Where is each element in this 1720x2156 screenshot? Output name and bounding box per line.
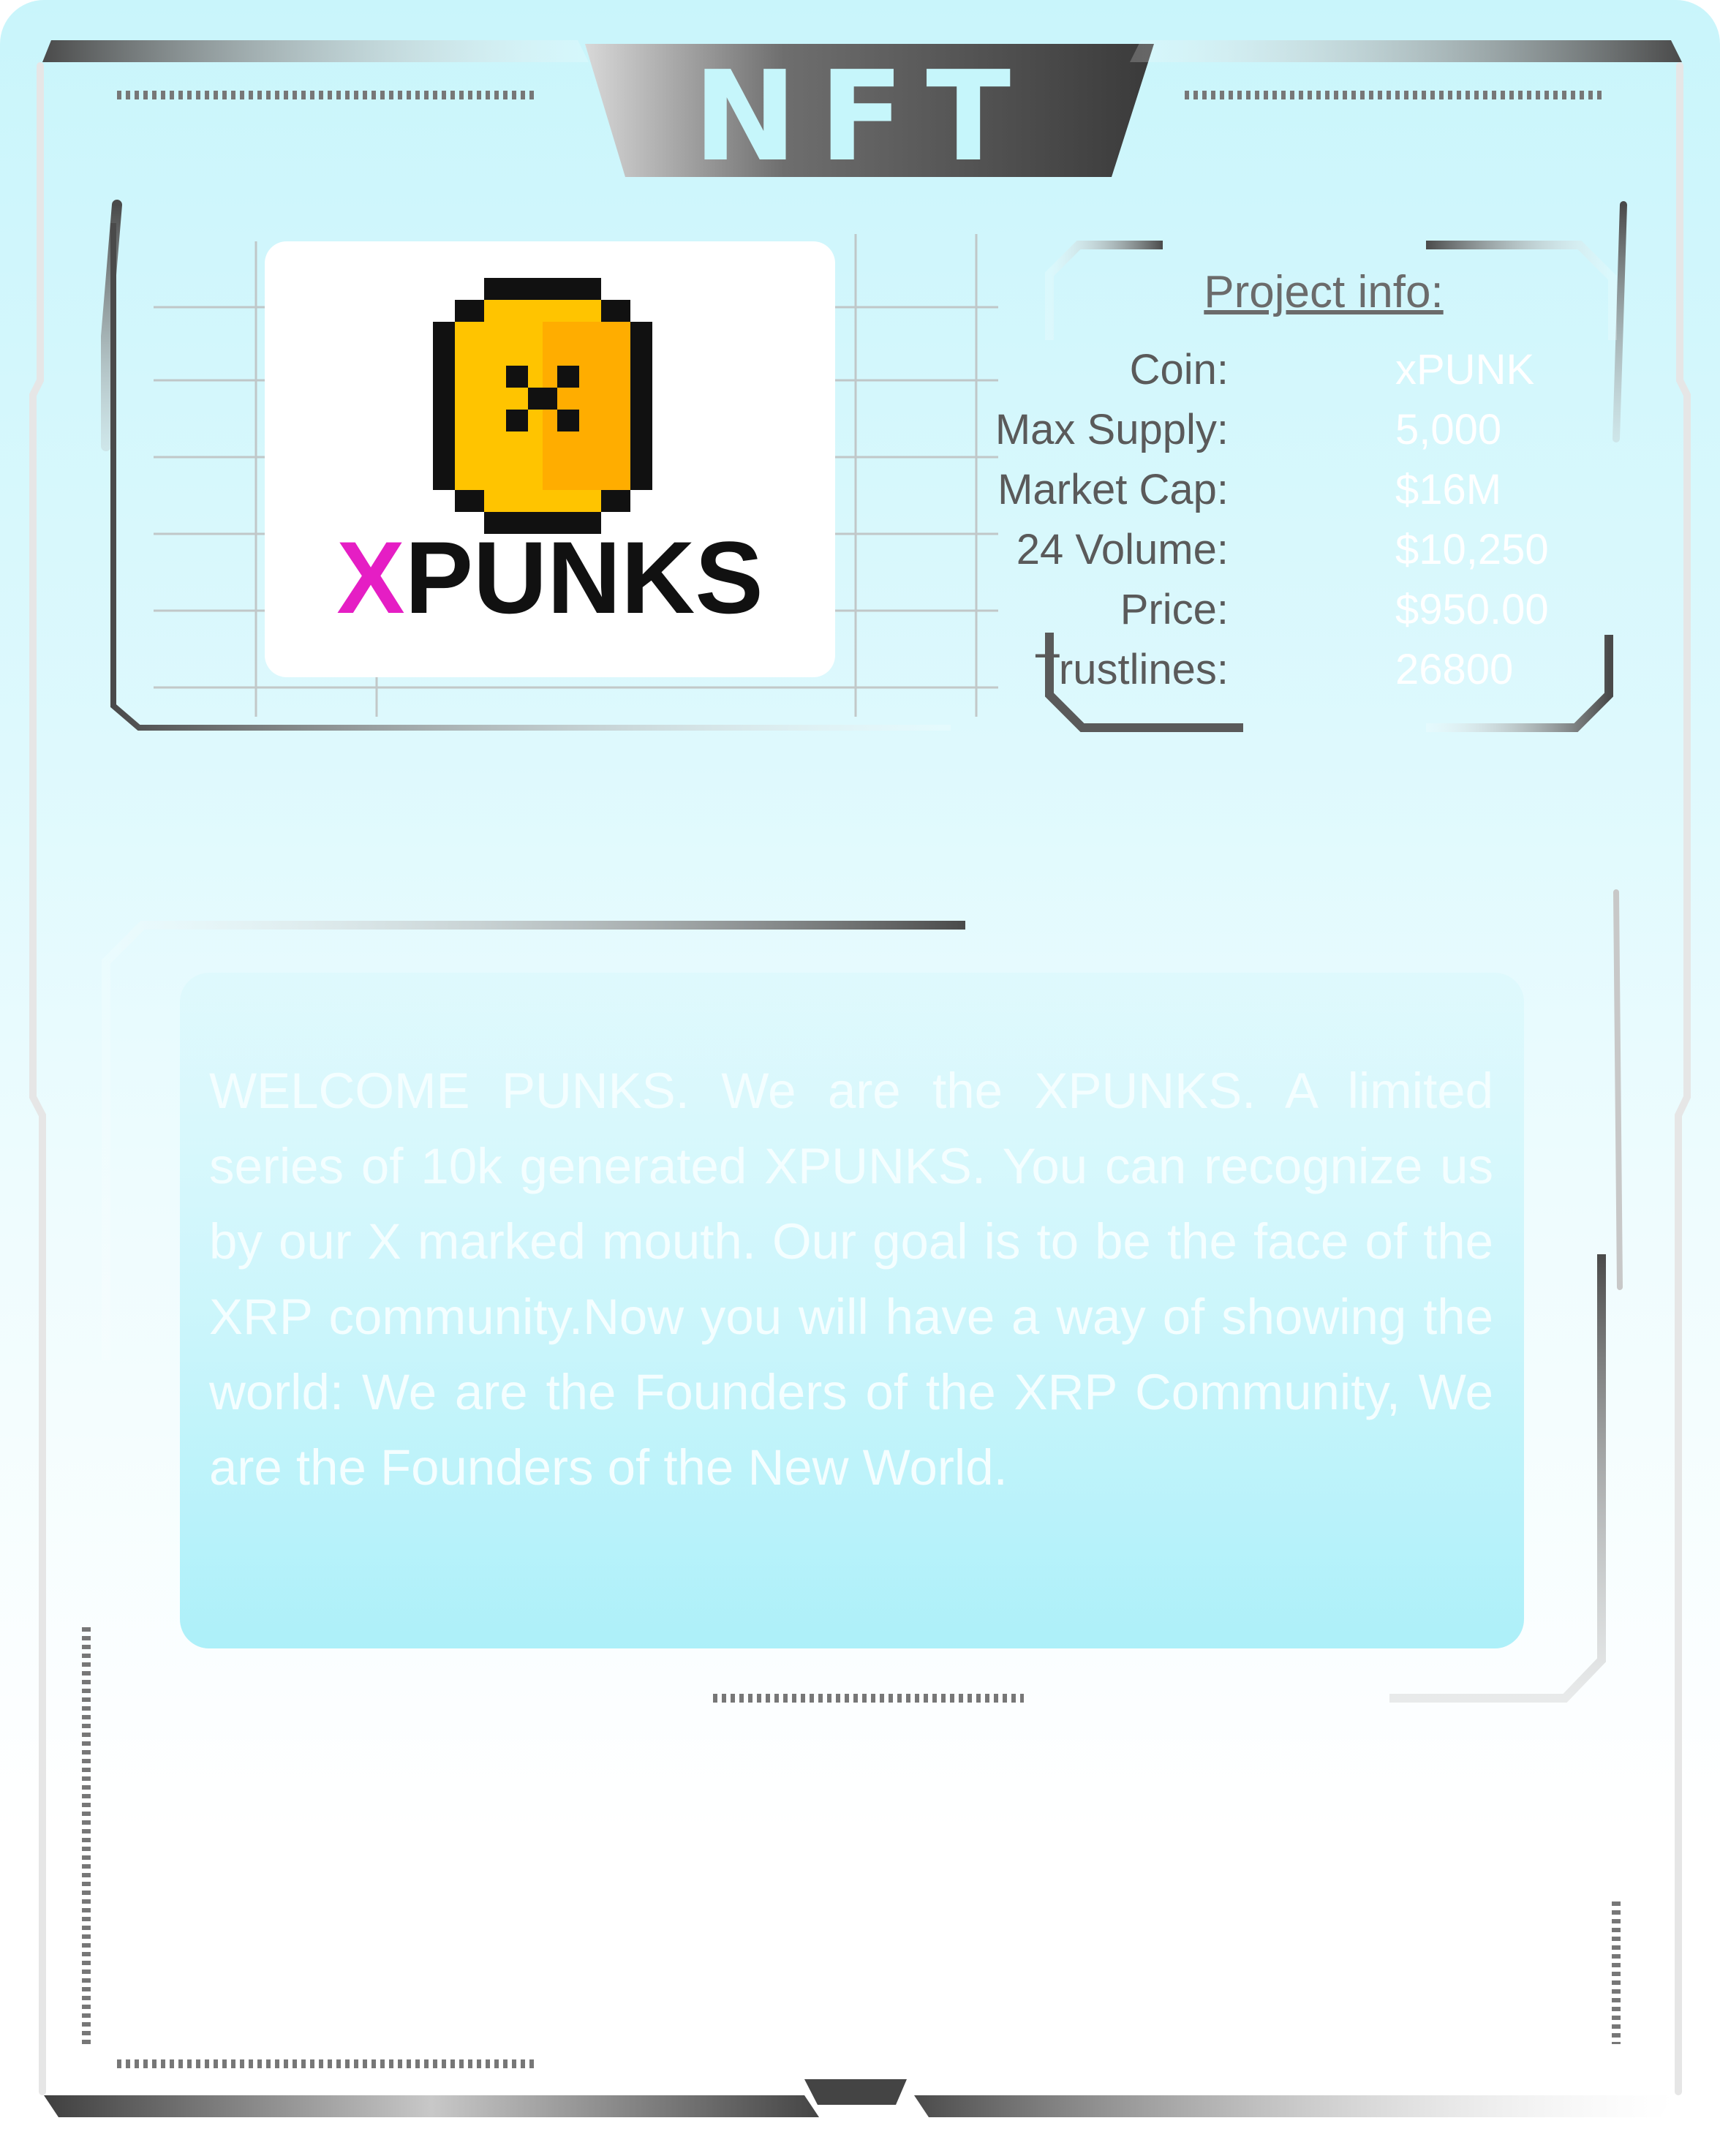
- info-label: Trustlines:: [1034, 646, 1229, 693]
- info-label: Max Supply:: [995, 406, 1229, 453]
- info-row-max-supply: Max Supply: 5,000: [995, 400, 1609, 460]
- project-logo: XPUNKS: [265, 241, 835, 677]
- logo-punks-text: PUNKS: [404, 520, 763, 635]
- logo-x-letter: X: [336, 520, 405, 635]
- description-panel: WELCOME PUNKS. We are the XPUNKS. A limi…: [180, 973, 1524, 1648]
- info-value: $16M: [1395, 466, 1502, 513]
- info-value: xPUNK: [1395, 346, 1535, 393]
- pixel-coin-x-icon: [433, 278, 652, 534]
- info-label: Market Cap:: [997, 466, 1229, 513]
- info-label: Coin:: [1129, 346, 1229, 393]
- info-row-coin: Coin: xPUNK: [1024, 340, 1609, 400]
- info-value: $950.00: [1395, 586, 1549, 633]
- project-info-heading: Project info:: [1204, 267, 1444, 317]
- card-title: NFT: [693, 45, 1033, 189]
- info-row-price: Price: $950.00: [1024, 580, 1609, 640]
- nft-card: NFT XPUNKS Project info: Coin: xPUNK Max…: [0, 0, 1720, 2156]
- project-info-list: Coin: xPUNK Max Supply: 5,000 Market Cap…: [995, 340, 1609, 700]
- description-text: WELCOME PUNKS. We are the XPUNKS. A limi…: [209, 1063, 1493, 1496]
- logo-wordmark: XPUNKS: [265, 519, 835, 636]
- info-value: 5,000: [1395, 406, 1502, 453]
- info-value: 26800: [1395, 646, 1514, 693]
- info-row-market-cap: Market Cap: $16M: [997, 460, 1609, 520]
- info-label: 24 Volume:: [1016, 526, 1229, 573]
- info-row-trustlines: Trustlines: 26800: [1024, 640, 1609, 700]
- info-label: Price:: [1120, 586, 1229, 633]
- info-value: $10,250: [1395, 526, 1549, 573]
- info-row-volume: 24 Volume: $10,250: [1016, 520, 1609, 580]
